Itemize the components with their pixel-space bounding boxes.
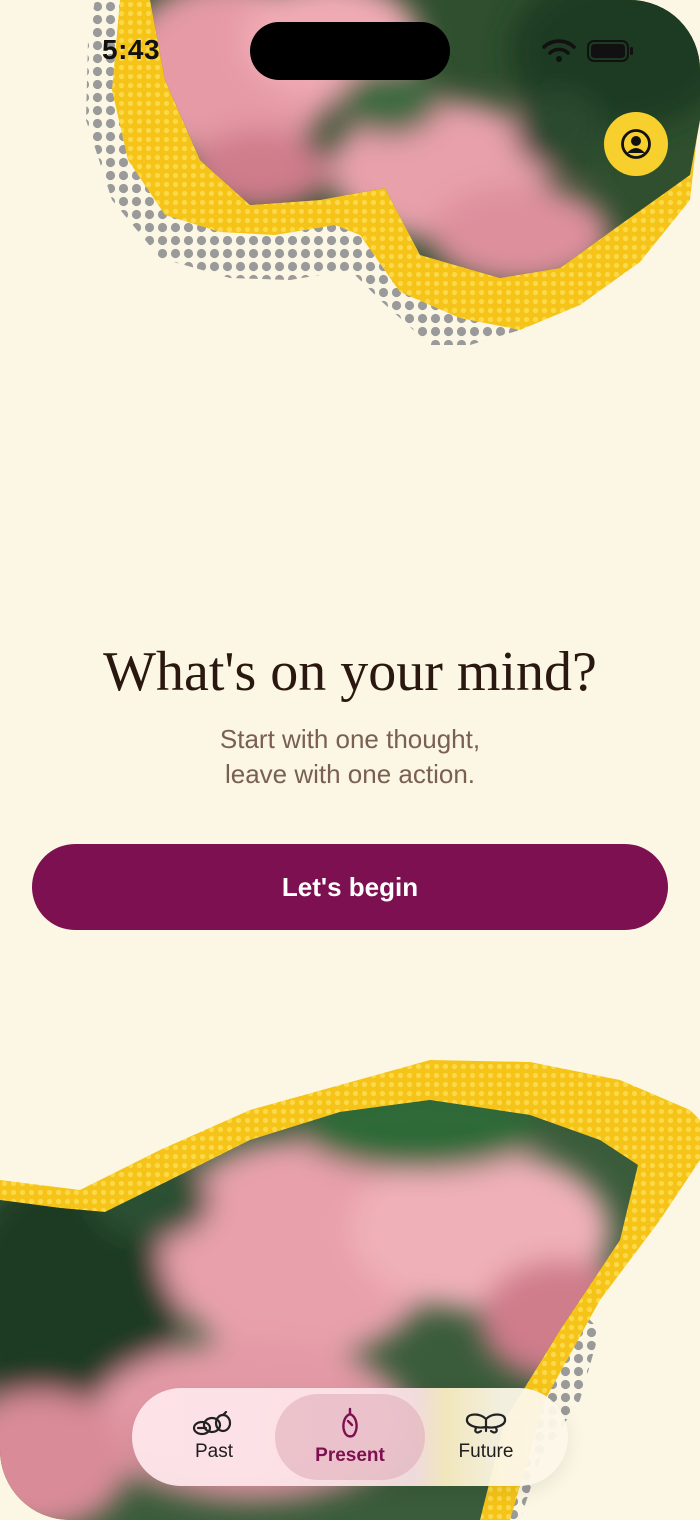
butterfly-icon [465, 1413, 507, 1434]
tab-past-label: Past [194, 1441, 234, 1462]
page-title: What's on your mind? [103, 641, 597, 703]
tab-future[interactable]: Future [414, 1394, 558, 1480]
battery-icon [587, 40, 633, 62]
bottom-tab-bar: Past Present Future [132, 1388, 568, 1486]
chrysalis-icon [342, 1407, 358, 1438]
subtitle: Start with one thought, leave with one a… [150, 722, 550, 792]
app-screen: 5:43 What's on your mind? Start with one… [0, 0, 700, 1520]
tab-future-label: Future [458, 1441, 514, 1462]
wifi-icon [542, 39, 576, 62]
user-profile-icon [621, 129, 651, 159]
status-time: 5:43 [102, 34, 161, 65]
tab-past[interactable]: Past [142, 1394, 286, 1480]
cocoon-cluster-icon [192, 1411, 232, 1436]
dynamic-island [250, 22, 450, 80]
tab-present[interactable]: Present [275, 1394, 425, 1480]
subtitle-line-1: Start with one thought, [219, 724, 481, 754]
lets-begin-button[interactable]: Let's begin [32, 844, 668, 930]
tab-present-label: Present [315, 1445, 385, 1466]
profile-button[interactable] [604, 112, 668, 176]
subtitle-line-2: leave with one action. [224, 759, 476, 789]
status-icons [542, 39, 633, 62]
